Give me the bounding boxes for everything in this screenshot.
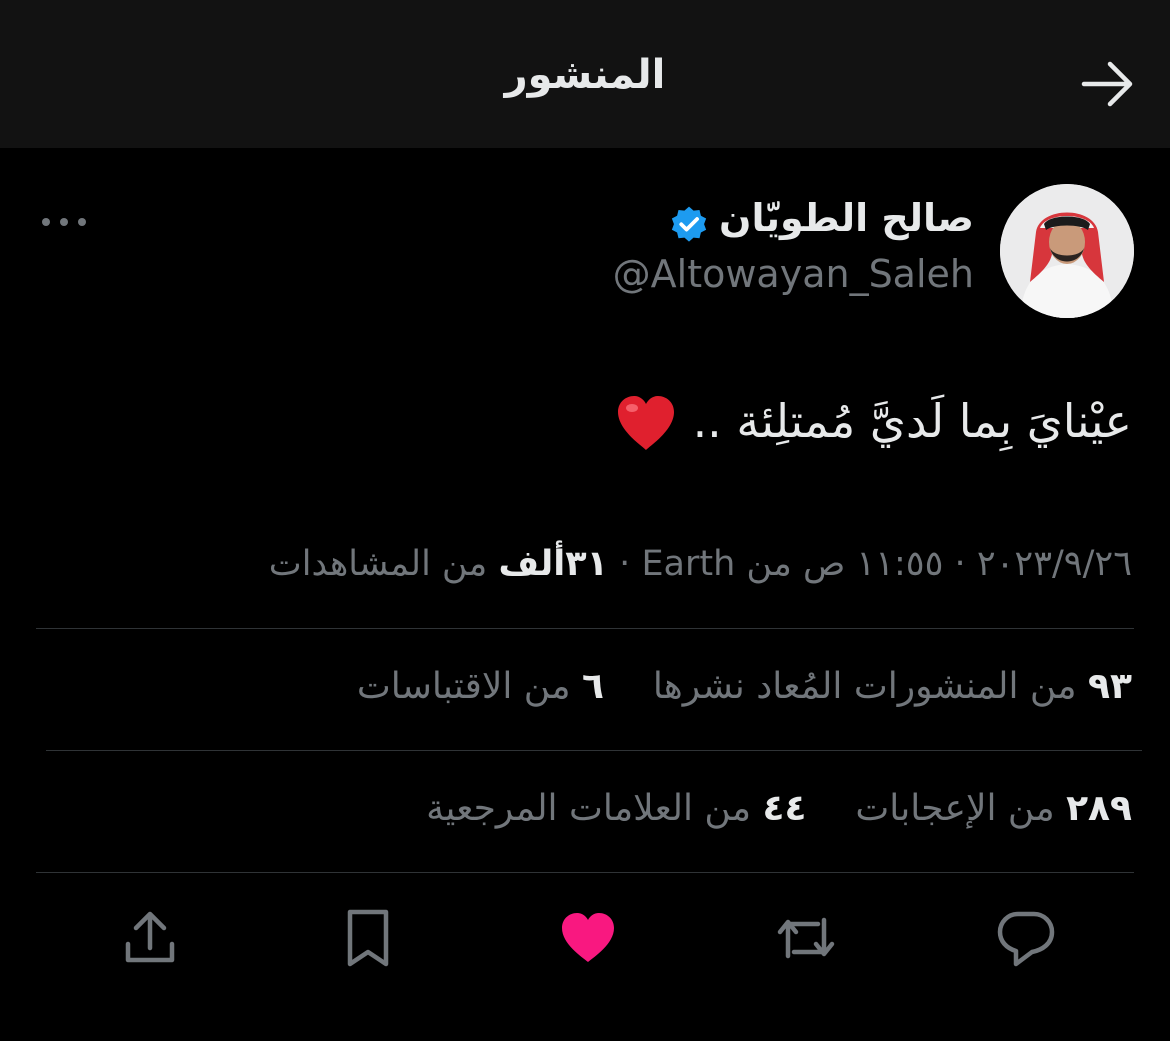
meta-separator: ·: [954, 544, 966, 584]
meta-separator: ·: [619, 544, 631, 584]
post-time: ١١:٥٥ ص من Earth: [641, 544, 944, 584]
bookmarks-stat[interactable]: ٤٤ من العلامات المرجعية: [426, 788, 806, 829]
quotes-stat[interactable]: ٦ من الاقتباسات: [357, 666, 604, 707]
likes-stat[interactable]: ٢٨٩ من الإعجابات: [844, 788, 1132, 829]
top-bar: المنشور: [0, 0, 1170, 148]
verified-badge-icon: [668, 204, 710, 246]
bookmarks-count: ٤٤: [762, 788, 807, 829]
divider: [46, 750, 1142, 751]
bookmark-icon: [347, 909, 389, 967]
share-button[interactable]: [118, 906, 182, 970]
stats-row-reposts: ٩٣ من المنشورات المُعاد نشرها ٦ من الاقت…: [357, 666, 1132, 707]
arrow-right-icon: [1081, 61, 1133, 107]
avatar-image: [1000, 184, 1134, 318]
more-dots-icon: [42, 218, 86, 226]
repost-button[interactable]: [774, 906, 838, 970]
post-text: عيْنايَ بِما لَديَّ مُمتلِئة ..: [692, 394, 1132, 448]
red-heart-emoji-icon: [614, 392, 678, 456]
quotes-count: ٦: [581, 666, 604, 707]
likes-count: ٢٨٩: [1066, 788, 1132, 829]
views-count: ٣١ألف: [498, 544, 609, 584]
like-button[interactable]: [556, 906, 620, 970]
share-icon: [125, 911, 175, 963]
author-handle[interactable]: @Altowayan_Saleh: [613, 252, 974, 296]
back-button[interactable]: [1080, 56, 1136, 112]
reposts-count: ٩٣: [1088, 666, 1132, 707]
reposts-label: من المنشورات المُعاد نشرها: [652, 666, 1077, 707]
page-title: المنشور: [504, 52, 666, 98]
stats-row-likes: ٢٨٩ من الإعجابات ٤٤ من العلامات المرجعية: [426, 788, 1132, 829]
author-display-name[interactable]: صالح الطويّان: [719, 196, 974, 240]
quotes-label: من الاقتباسات: [356, 666, 571, 707]
post-meta: ٢٠٢٣/٩/٢٦ · ١١:٥٥ ص من Earth · ٣١ألف من …: [269, 544, 1132, 584]
divider: [36, 872, 1134, 873]
likes-label: من الإعجابات: [855, 788, 1055, 829]
reply-button[interactable]: [994, 906, 1058, 970]
bookmark-button[interactable]: [336, 906, 400, 970]
post-date: ٢٠٢٣/٩/٢٦: [976, 544, 1132, 584]
views-label: من المشاهدات: [268, 544, 488, 584]
heart-icon: [562, 913, 614, 962]
divider: [36, 628, 1134, 629]
reply-icon: [997, 911, 1055, 967]
reposts-stat[interactable]: ٩٣ من المنشورات المُعاد نشرها: [641, 666, 1132, 707]
avatar[interactable]: [1000, 184, 1134, 318]
repost-icon: [777, 917, 835, 959]
more-options-button[interactable]: [38, 204, 90, 240]
bookmarks-label: من العلامات المرجعية: [426, 788, 752, 829]
